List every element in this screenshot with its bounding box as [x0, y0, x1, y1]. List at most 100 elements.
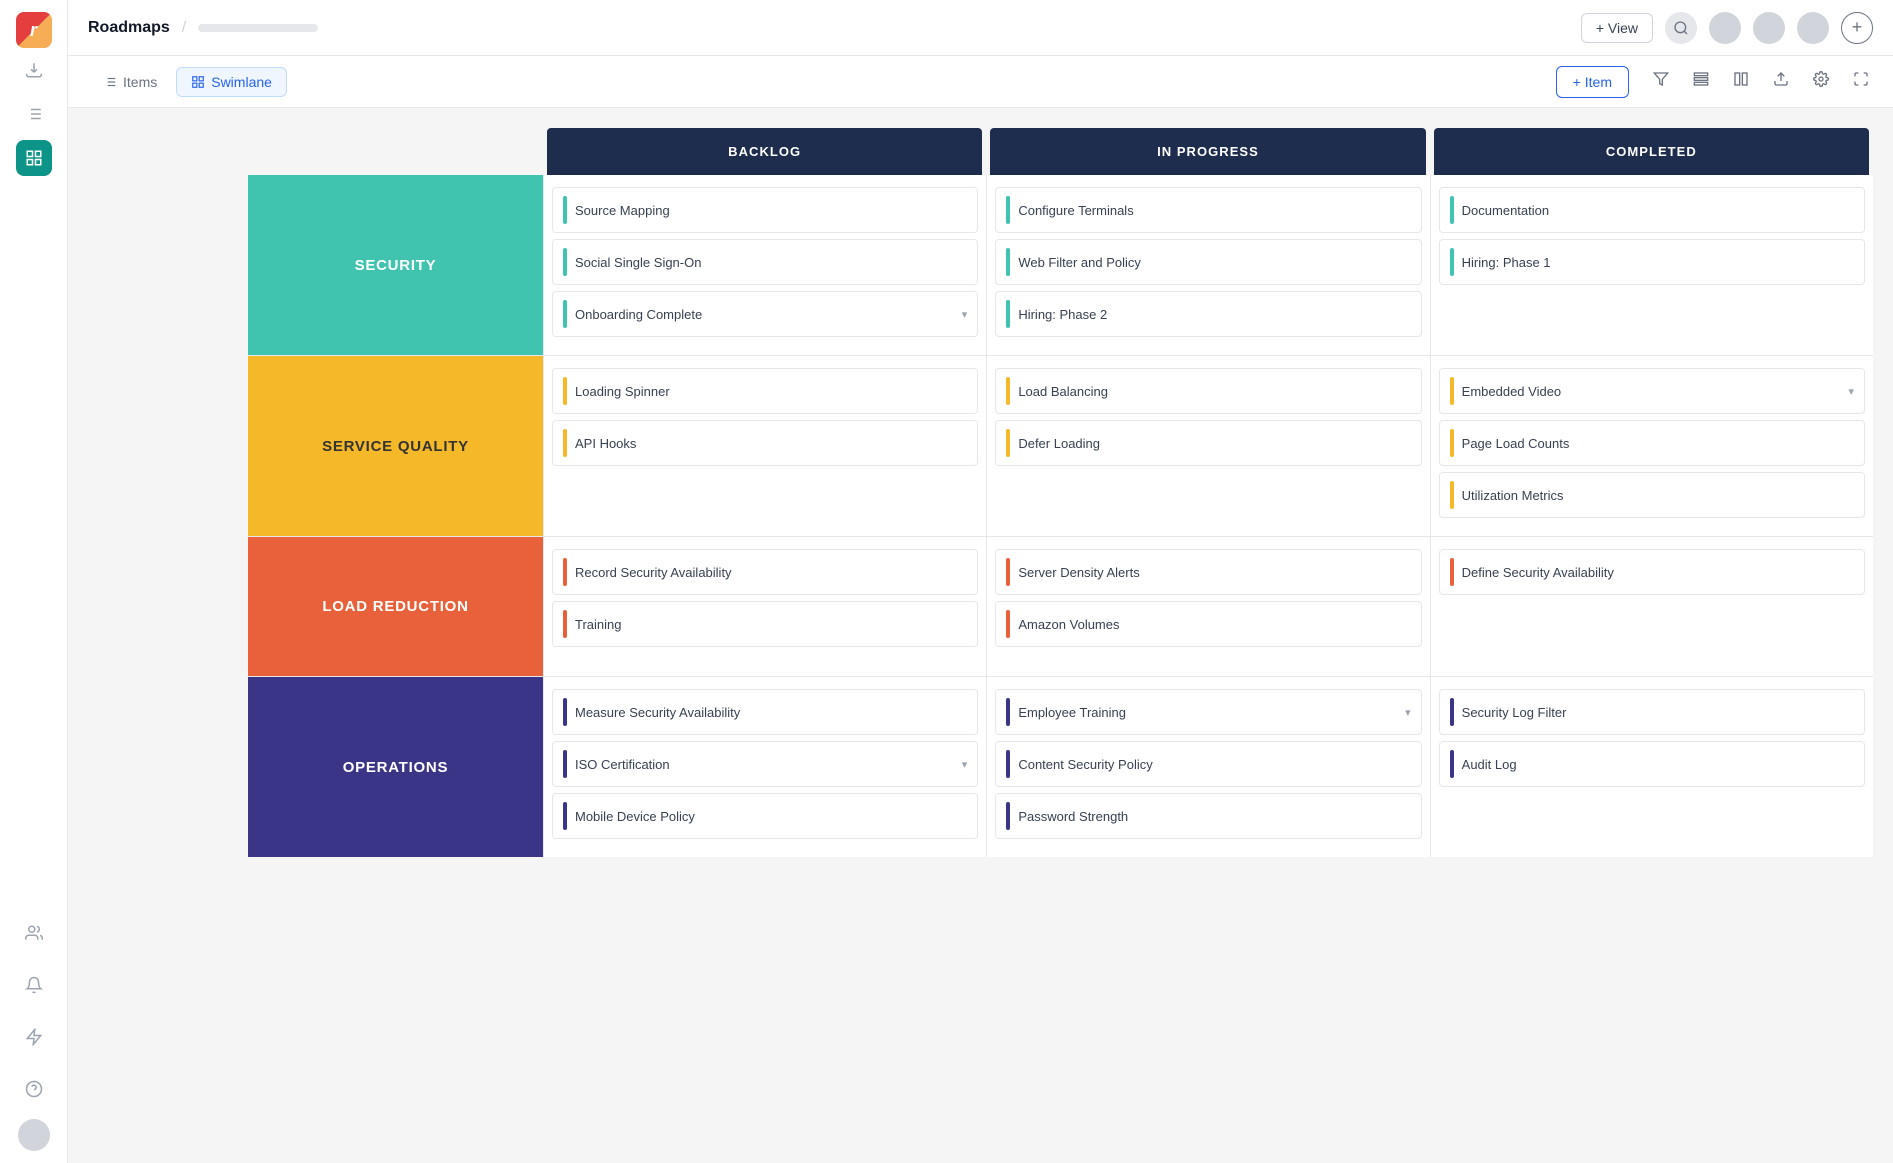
card-loading-spinner[interactable]: Loading Spinner	[552, 368, 978, 414]
card-amazon-volumes[interactable]: Amazon Volumes	[995, 601, 1421, 647]
sidebar: r	[0, 0, 68, 1163]
card-dot	[1006, 558, 1010, 586]
service-quality-completed: Embedded Video ▾ Page Load Counts Utiliz…	[1430, 356, 1873, 536]
card-configure-terminals[interactable]: Configure Terminals	[995, 187, 1421, 233]
card-defer-loading[interactable]: Defer Loading	[995, 420, 1421, 466]
card-dot	[563, 558, 567, 586]
service-quality-in-progress: Load Balancing Defer Loading	[986, 356, 1429, 536]
card-dot	[1450, 750, 1454, 778]
card-record-security[interactable]: Record Security Availability	[552, 549, 978, 595]
card-documentation[interactable]: Documentation	[1439, 187, 1865, 233]
card-page-load-counts[interactable]: Page Load Counts	[1439, 420, 1865, 466]
sidebar-icon-list[interactable]	[16, 96, 52, 132]
card-dot	[1006, 750, 1010, 778]
card-dot	[1006, 698, 1010, 726]
card-dot	[1006, 377, 1010, 405]
card-security-log-filter[interactable]: Security Log Filter	[1439, 689, 1865, 735]
card-embedded-video[interactable]: Embedded Video ▾	[1439, 368, 1865, 414]
card-hiring-phase2[interactable]: Hiring: Phase 2	[995, 291, 1421, 337]
chevron-down-icon: ▾	[962, 308, 968, 321]
card-dot	[563, 300, 567, 328]
card-mobile-device-policy[interactable]: Mobile Device Policy	[552, 793, 978, 839]
card-dot	[563, 248, 567, 276]
security-completed: Documentation Hiring: Phase 1	[1430, 175, 1873, 355]
add-user-button[interactable]: +	[1841, 12, 1873, 44]
card-content-security-policy[interactable]: Content Security Policy	[995, 741, 1421, 787]
export-icon[interactable]	[1769, 67, 1793, 96]
card-password-strength[interactable]: Password Strength	[995, 793, 1421, 839]
sidebar-icon-roadmap[interactable]	[16, 140, 52, 176]
card-dot	[1450, 429, 1454, 457]
filter-icon[interactable]	[1649, 67, 1673, 96]
card-social-sso[interactable]: Social Single Sign-On	[552, 239, 978, 285]
sidebar-icon-contacts[interactable]	[16, 915, 52, 951]
card-load-balancing[interactable]: Load Balancing	[995, 368, 1421, 414]
card-dot	[563, 196, 567, 224]
card-iso-certification[interactable]: ISO Certification ▾	[552, 741, 978, 787]
card-dot	[1006, 196, 1010, 224]
chevron-down-icon: ▾	[1405, 706, 1411, 719]
col-header-backlog: BACKLOG	[547, 128, 982, 175]
breadcrumb-bar	[198, 24, 318, 32]
card-define-security[interactable]: Define Security Availability	[1439, 549, 1865, 595]
column-headers: BACKLOG IN PROGRESS COMPLETED	[248, 128, 1873, 175]
card-hiring-phase1[interactable]: Hiring: Phase 1	[1439, 239, 1865, 285]
board-area: BACKLOG IN PROGRESS COMPLETED SECURITY S…	[68, 108, 1893, 1163]
swimlane-operations: OPERATIONS Measure Security Availability…	[248, 677, 1873, 857]
card-dot	[1450, 558, 1454, 586]
card-dot	[563, 750, 567, 778]
page-title: Roadmaps	[88, 19, 170, 37]
lane-label-service-quality: SERVICE QUALITY	[248, 356, 543, 536]
card-dot	[1006, 802, 1010, 830]
card-dot	[1006, 248, 1010, 276]
card-dot	[1450, 377, 1454, 405]
sidebar-icon-bell[interactable]	[16, 967, 52, 1003]
col-header-completed: COMPLETED	[1434, 128, 1869, 175]
columns-icon[interactable]	[1729, 67, 1753, 96]
card-dot	[563, 429, 567, 457]
user-avatar[interactable]	[18, 1119, 50, 1151]
card-source-mapping[interactable]: Source Mapping	[552, 187, 978, 233]
card-dot	[563, 610, 567, 638]
view-button[interactable]: + View	[1581, 13, 1653, 43]
card-dot	[1006, 610, 1010, 638]
card-dot	[1450, 196, 1454, 224]
fullscreen-icon[interactable]	[1849, 67, 1873, 96]
operations-backlog: Measure Security Availability ISO Certif…	[543, 677, 986, 857]
user-avatar-3[interactable]	[1797, 12, 1829, 44]
sidebar-icon-help[interactable]	[16, 1071, 52, 1107]
card-web-filter[interactable]: Web Filter and Policy	[995, 239, 1421, 285]
settings-icon[interactable]	[1809, 67, 1833, 96]
topbar-actions: +	[1665, 12, 1873, 44]
chevron-down-icon: ▾	[1848, 385, 1854, 398]
card-utilization-metrics[interactable]: Utilization Metrics	[1439, 472, 1865, 518]
swimlane-service-quality: SERVICE QUALITY Loading Spinner API Hook…	[248, 356, 1873, 537]
topbar: Roadmaps / + View +	[68, 0, 1893, 56]
operations-completed: Security Log Filter Audit Log	[1430, 677, 1873, 857]
tab-swimlane[interactable]: Swimlane	[176, 67, 287, 97]
col-header-in-progress: IN PROGRESS	[990, 128, 1425, 175]
card-audit-log[interactable]: Audit Log	[1439, 741, 1865, 787]
security-in-progress: Configure Terminals Web Filter and Polic…	[986, 175, 1429, 355]
card-api-hooks[interactable]: API Hooks	[552, 420, 978, 466]
toolbar: Items Swimlane + Item	[68, 56, 1893, 108]
user-avatar-1[interactable]	[1709, 12, 1741, 44]
toolbar-right-icons	[1649, 67, 1873, 96]
lane-label-operations: OPERATIONS	[248, 677, 543, 857]
sidebar-icon-download[interactable]	[16, 52, 52, 88]
sidebar-icon-flash[interactable]	[16, 1019, 52, 1055]
app-logo[interactable]: r	[16, 12, 52, 48]
security-backlog: Source Mapping Social Single Sign-On Onb…	[543, 175, 986, 355]
card-onboarding-complete[interactable]: Onboarding Complete ▾	[552, 291, 978, 337]
card-server-density[interactable]: Server Density Alerts	[995, 549, 1421, 595]
card-dot	[563, 802, 567, 830]
group-icon[interactable]	[1689, 67, 1713, 96]
add-item-button[interactable]: + Item	[1556, 66, 1629, 98]
card-employee-training[interactable]: Employee Training ▾	[995, 689, 1421, 735]
user-avatar-2[interactable]	[1753, 12, 1785, 44]
search-button[interactable]	[1665, 12, 1697, 44]
tab-items[interactable]: Items	[88, 67, 172, 97]
card-training[interactable]: Training	[552, 601, 978, 647]
card-dot	[1006, 300, 1010, 328]
card-measure-security[interactable]: Measure Security Availability	[552, 689, 978, 735]
